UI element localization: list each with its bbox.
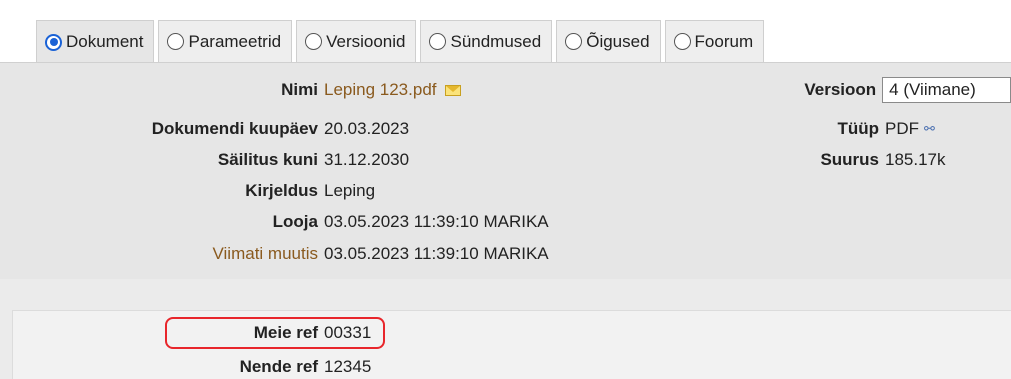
tuup-value: PDF [885,119,919,138]
document-card-page: Dokument Parameetrid Versioonid Sündmuse… [0,0,1011,379]
looja-label: Looja [272,212,318,231]
sailitus-kuni-label: Säilitus kuni [217,150,318,169]
suurus-value: 185.17k [885,150,946,169]
tab-parameetrid[interactable]: Parameetrid [158,20,293,62]
clipped-top-band [0,0,1011,10]
envelope-icon[interactable] [444,84,461,96]
tab-sundmused[interactable]: Sündmused [420,20,553,62]
tab-label: Õigused [586,31,650,51]
tab-foorum[interactable]: Foorum [664,20,765,62]
tab-versioonid[interactable]: Versioonid [296,20,417,62]
dokumendi-kuupaev-value: 20.03.2023 [324,119,410,138]
highlight-box [165,317,385,349]
tab-label: Dokument [66,32,144,51]
looja-value: 03.05.2023 11:39:10 MARIKA [324,212,549,231]
radio-icon [429,33,447,50]
field-sailitus-kuni: Säilitus kuni 31.12.2030 [0,149,500,171]
tab-label: Versioonid [326,31,406,51]
radio-icon [167,33,185,50]
tab-label: Sündmused [450,31,542,51]
dokumendi-kuupaev-label: Dokumendi kuupäev [151,119,318,138]
field-viimati-muutis: Viimati muutis 03.05.2023 11:39:10 MARIK… [0,243,640,265]
suurus-label: Suurus [820,150,879,169]
field-nende-ref: Nende ref 12345 [0,356,500,378]
version-select[interactable]: 4 (Viimane) [882,77,1011,103]
tab-dokument[interactable]: Dokument [36,20,155,63]
tab-oigused[interactable]: Õigused [556,20,661,62]
versioon-label: Versioon [804,80,877,99]
field-kirjeldus: Kirjeldus Leping [0,180,500,202]
viimati-muutis-value: 03.05.2023 11:39:10 MARIKA [324,244,549,263]
field-looja: Looja 03.05.2023 11:39:10 MARIKA [0,211,640,233]
field-nimi: Nimi Leping 123.pdf [0,79,500,101]
tab-label: Parameetrid [188,31,282,51]
radio-icon [305,33,323,50]
sailitus-kuni-value: 31.12.2030 [324,150,410,169]
radio-icon [673,33,691,50]
tuup-label: Tüüp [837,119,879,138]
nende-ref-value: 12345 [324,357,372,376]
link-icon[interactable]: ⚯ [924,121,935,137]
tab-bar: Dokument Parameetrid Versioonid Sündmuse… [36,20,768,63]
file-name-link[interactable]: Leping 123.pdf [324,80,437,100]
radio-icon [565,33,583,50]
tab-label: Foorum [694,31,754,51]
field-tuup: Tüüp PDF ⚯ [600,118,1011,140]
kirjeldus-value: Leping [324,181,376,200]
radio-icon [45,33,62,51]
nimi-label: Nimi [281,80,318,99]
field-suurus: Suurus 185.17k [600,149,1011,171]
field-dokumendi-kuupaev: Dokumendi kuupäev 20.03.2023 [0,118,500,140]
nende-ref-label: Nende ref [239,357,318,376]
kirjeldus-label: Kirjeldus [245,181,318,200]
field-versioon: Versioon 4 (Viimane) [600,77,1011,103]
viimati-muutis-link[interactable]: Viimati muutis [0,244,319,264]
